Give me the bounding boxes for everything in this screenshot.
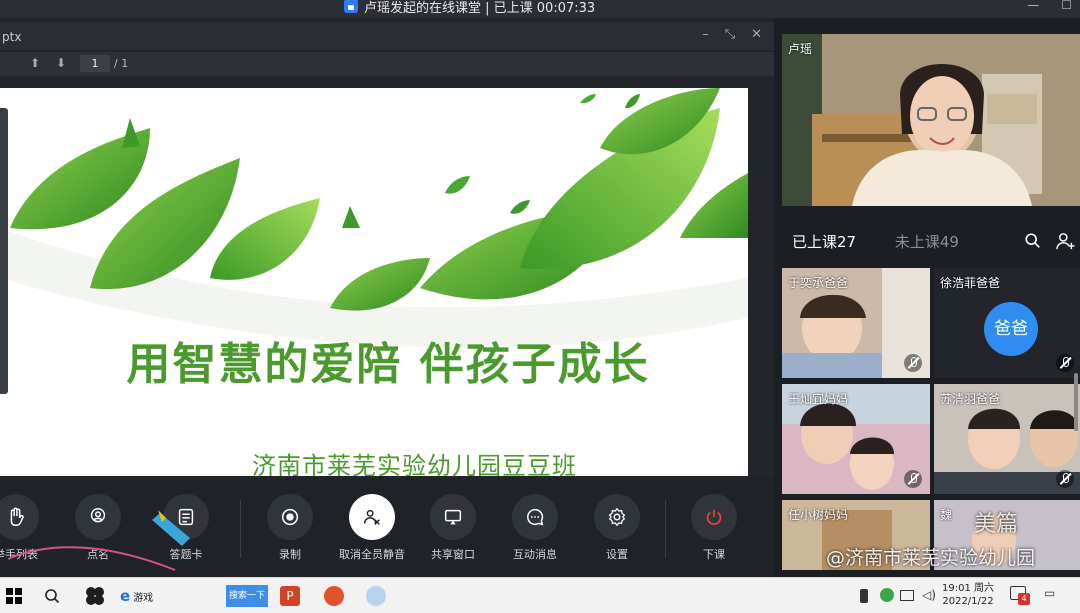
student-name: 王灿宜妈妈 (788, 392, 849, 406)
unmute-all-icon (363, 509, 380, 525)
slide-subtitle: 济南市莱芜实验幼儿园豆豆班 (252, 452, 577, 476)
usb-icon[interactable] (860, 589, 868, 603)
notification-count-badge: 4 (1018, 593, 1030, 605)
attendance-tabs: 已上课27 未上课49 (792, 231, 959, 252)
window-title: 卢瑶发起的在线课堂 | 已上课 00:07:33 (344, 0, 595, 18)
app-tray-icon[interactable] (880, 588, 894, 602)
participants-panel: 卢瑶 已上课27 未上课49 于奕承爸爸 徐浩菲爸爸 爸爸 王灿宜妈妈 苏清羽爸… (774, 18, 1080, 577)
page-bar: ⬆ ⬇ 1 / 1 (0, 52, 774, 76)
chat-icon (527, 508, 544, 526)
lock-icon (344, 0, 358, 13)
avatar: 爸爸 (984, 302, 1038, 356)
app-icon[interactable] (366, 586, 386, 606)
interactive-messages-label: 互动消息 (513, 548, 557, 561)
minimize-icon[interactable]: – (702, 27, 709, 42)
clock-date: 2022/1/22 (942, 596, 994, 607)
class-toolbar: 举手列表 点名 答题卡 录制 取消全员静音 共享窗口 互动消息 设置 (0, 478, 774, 577)
student-tile[interactable]: 苏清羽爸爸 (934, 384, 1080, 494)
account-watermark: @济南市莱芜实验幼儿园 (826, 547, 1036, 569)
share-window-button[interactable]: 共享窗口 (415, 494, 491, 562)
file-name: ptx (2, 30, 22, 44)
volume-icon[interactable]: ◁) (922, 588, 936, 602)
maximize-icon[interactable]: ☐ (1061, 0, 1072, 12)
power-icon (706, 509, 722, 525)
close-icon[interactable]: ✕ (751, 27, 762, 42)
mic-muted-icon (1056, 354, 1074, 372)
app-icon[interactable] (84, 585, 106, 607)
mic-muted-icon (904, 354, 922, 372)
unmute-all-button[interactable]: 取消全员静音 (334, 494, 410, 562)
end-class-button[interactable]: 下课 (676, 494, 752, 562)
pen-stroke-annotation (9, 510, 190, 571)
brand-watermark: 美篇 (974, 512, 1019, 537)
settings-label: 设置 (606, 548, 628, 561)
screen: 卢瑶发起的在线课堂 | 已上课 00:07:33 — ☐ ptx – ⤡ ✕ ⬆… (0, 0, 1080, 613)
windows-start-icon[interactable] (6, 588, 22, 604)
powerpoint-icon[interactable]: P (280, 586, 300, 606)
teacher-name: 卢瑶 (788, 42, 813, 56)
page-total: / 1 (114, 57, 129, 70)
slide-title: 用智慧的爱陪 伴孩子成长 (126, 339, 650, 390)
title-bar: 卢瑶发起的在线课堂 | 已上课 00:07:33 — ☐ (0, 0, 1080, 18)
toolbar-divider (240, 500, 241, 558)
next-page-icon[interactable]: ⬇ (56, 56, 66, 70)
minimize-icon[interactable]: — (1027, 0, 1039, 12)
side-panel-handle[interactable] (0, 108, 8, 394)
slide-canvas: 用智慧的爱陪 伴孩子成长 济南市莱芜实验幼儿园豆豆班 (0, 88, 748, 476)
teacher-video: 卢瑶 (782, 34, 1080, 206)
leaves-illustration (0, 88, 748, 348)
student-name: 苏清羽爸爸 (940, 392, 1001, 406)
record-button[interactable]: 录制 (252, 494, 328, 562)
browser-label: 游戏 (133, 592, 154, 604)
student-tile[interactable]: 于奕承爸爸 (782, 268, 930, 378)
record-icon (281, 508, 299, 526)
search-icon[interactable] (1024, 232, 1042, 250)
display-icon[interactable] (900, 590, 914, 601)
settings-icon (608, 507, 626, 527)
ie-icon: e (120, 587, 131, 605)
window-controls: — ☐ (1027, 0, 1072, 12)
prev-page-icon[interactable]: ⬆ (30, 56, 40, 70)
student-name: 徐浩菲爸爸 (940, 276, 1001, 290)
show-desktop-icon[interactable]: ▭ (1044, 586, 1055, 600)
os-taskbar: e 游戏 搜索一下 P ◁) 19:01 周六 2022/1/22 4 ▭ (0, 577, 1080, 613)
browser-taskbar-item[interactable]: e 游戏 (120, 584, 153, 608)
student-tile[interactable]: 王灿宜妈妈 (782, 384, 930, 494)
record-label: 录制 (279, 548, 301, 561)
search-icon[interactable] (44, 588, 60, 604)
search-button[interactable]: 搜索一下 (226, 585, 268, 607)
viewer-window-controls: – ⤡ ✕ (702, 27, 762, 42)
tab-in-class[interactable]: 已上课27 (792, 233, 856, 251)
unmute-all-label: 取消全员静音 (339, 548, 405, 561)
teacher-video-frame (782, 34, 1080, 206)
mic-muted-icon (1056, 470, 1074, 488)
page-number-input[interactable]: 1 (80, 55, 110, 72)
share-window-icon (444, 509, 462, 525)
interactive-messages-button[interactable]: 互动消息 (497, 494, 573, 562)
student-tile[interactable]: 徐浩菲爸爸 爸爸 (934, 268, 1080, 378)
clock[interactable]: 19:01 周六 2022/1/22 (942, 582, 994, 608)
app-icon[interactable] (324, 586, 344, 606)
end-class-label: 下课 (703, 548, 725, 561)
student-name: 任小树妈妈 (788, 508, 849, 522)
file-bar: ptx – ⤡ ✕ (0, 22, 774, 50)
settings-button[interactable]: 设置 (579, 494, 655, 562)
window-title-text: 卢瑶发起的在线课堂 | 已上课 00:07:33 (364, 1, 596, 16)
mic-muted-icon (904, 470, 922, 488)
tab-not-in-class[interactable]: 未上课49 (895, 233, 959, 251)
scrollbar[interactable] (1074, 373, 1078, 431)
student-name: 于奕承爸爸 (788, 276, 849, 290)
fullscreen-icon[interactable]: ⤡ (725, 27, 735, 42)
student-name: 魏 (940, 508, 953, 522)
clock-time: 19:01 周六 (942, 583, 994, 594)
toolbar-divider (665, 500, 666, 558)
add-user-icon[interactable] (1056, 232, 1076, 250)
share-window-label: 共享窗口 (431, 548, 475, 561)
